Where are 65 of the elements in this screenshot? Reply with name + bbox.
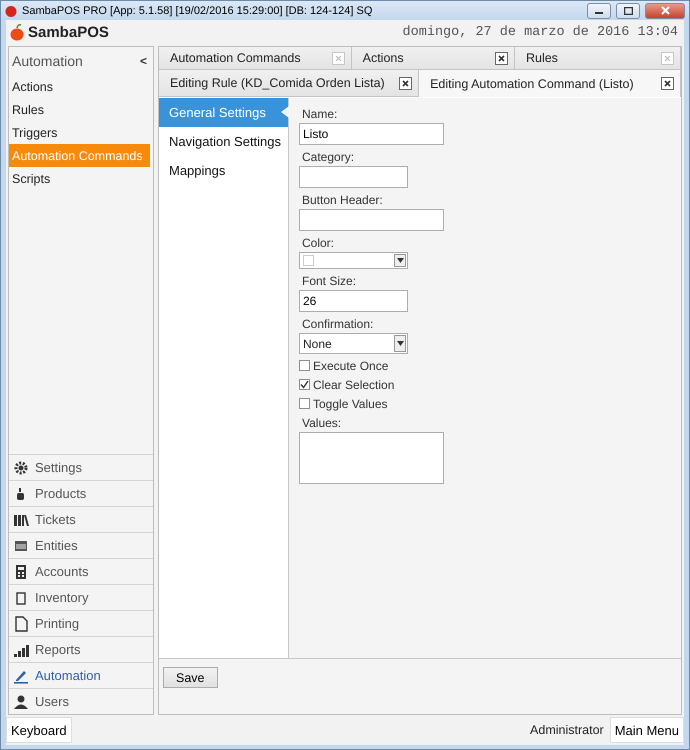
text-field[interactable] [299, 166, 408, 188]
save-button[interactable]: Save [163, 667, 218, 688]
module-item[interactable]: Tickets [9, 506, 153, 532]
module-item[interactable]: Entities [9, 532, 153, 558]
checkbox-label: Execute Once [313, 358, 388, 372]
keyboard-button[interactable]: Keyboard [6, 717, 72, 743]
module-item[interactable]: Accounts [9, 558, 153, 584]
dropdown[interactable]: None [299, 333, 408, 354]
close-button[interactable] [645, 2, 685, 18]
checkbox-label: Clear Selection [313, 378, 394, 392]
close-icon[interactable] [661, 77, 674, 90]
maximize-icon [624, 6, 632, 14]
field-label: Color: [301, 235, 336, 252]
sidebar-item[interactable]: Rules [9, 98, 153, 121]
logo-text: SambaPOS [28, 24, 109, 40]
section-item[interactable]: Navigation Settings [159, 127, 288, 156]
page-icon [13, 616, 29, 632]
checkbox[interactable] [299, 360, 310, 371]
sidebar-item[interactable]: Scripts [9, 167, 153, 190]
field-label: Button Header: [301, 192, 384, 209]
close-icon[interactable] [399, 76, 412, 90]
user-name: Administrator [530, 723, 604, 737]
tab[interactable]: Automation Commands [159, 47, 352, 70]
checkbox[interactable] [299, 379, 310, 390]
tab[interactable]: Editing Rule (KD_Comida Orden Lista) [159, 70, 420, 97]
text-field[interactable] [299, 209, 444, 231]
text-field[interactable]: Listo [299, 123, 444, 145]
module-item[interactable]: Reports [9, 636, 153, 662]
module-item[interactable]: Inventory [9, 584, 153, 610]
gear-icon [13, 460, 29, 476]
field-label: Font Size: [301, 273, 358, 290]
module-item[interactable]: Users [9, 688, 153, 714]
sidebar-item[interactable]: Actions [9, 75, 153, 98]
sidebar-title: Automation [12, 53, 83, 69]
field-label: Category: [301, 149, 356, 166]
date-time: domingo, 27 de marzo de 2016 13:04 [402, 24, 678, 40]
apple-icon [10, 24, 24, 40]
sidebar-item[interactable]: Triggers [9, 121, 153, 144]
main-menu-button[interactable]: Main Menu [610, 717, 684, 743]
close-icon[interactable] [494, 52, 508, 64]
tab[interactable]: Actions [352, 47, 515, 70]
window-title: SambaPOS PRO [App: 5.1.58] [19/02/2016 15:29:00] [DB: 124-124] SQ [22, 4, 374, 16]
checkbox[interactable] [299, 398, 310, 409]
module-item[interactable]: Settings [9, 454, 153, 480]
field-label: Values: [301, 415, 342, 432]
caret-icon [396, 341, 404, 346]
tab[interactable]: Rules [514, 47, 681, 70]
checkbox-label: Toggle Values [313, 396, 388, 410]
field-label: Name: [301, 106, 338, 123]
module-item[interactable]: Printing [9, 610, 153, 636]
maximize-button[interactable] [616, 2, 640, 18]
calculator-icon [13, 564, 29, 580]
close-icon [660, 6, 670, 15]
module-item[interactable]: Automation [9, 662, 153, 688]
minimize-button[interactable] [587, 2, 611, 18]
color-dropdown[interactable] [299, 252, 408, 269]
collapse-button[interactable]: < [140, 54, 147, 68]
section-item[interactable]: Mappings [159, 156, 288, 185]
app-icon [5, 4, 17, 16]
text-field[interactable]: 26 [299, 290, 408, 312]
module-item[interactable]: Products [9, 480, 153, 506]
caret-icon [396, 258, 404, 263]
field-label: Confirmation: [301, 316, 374, 333]
text-area[interactable] [299, 432, 444, 484]
person-icon [13, 694, 29, 710]
